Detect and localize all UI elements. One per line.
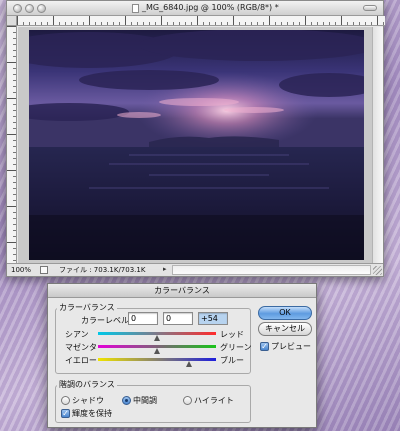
ruler-origin[interactable] (7, 16, 17, 26)
vertical-ruler[interactable] (7, 26, 17, 264)
color-balance-dialog: カラーバランス カラーバランス カラーレベル : シアン レッド マゼンタ グリ… (47, 283, 317, 428)
color-balance-group-label: カラーバランス (57, 302, 117, 313)
ok-button[interactable]: OK (258, 306, 312, 320)
cyan-red-slider[interactable] (98, 332, 216, 341)
horizontal-scrollbar[interactable] (172, 265, 371, 275)
magenta-green-slider[interactable] (98, 345, 216, 354)
shadows-radio[interactable] (61, 396, 70, 405)
close-window-icon[interactable] (13, 4, 22, 13)
yellow-label: イエロー (65, 356, 97, 365)
document-title: _MG_6840.jpg @ 100% (RGB/8*) * (142, 3, 279, 12)
photo-image (29, 30, 364, 260)
shadows-label[interactable]: シャドウ (72, 395, 104, 406)
yellow-blue-level-input[interactable] (198, 312, 228, 325)
zoom-window-icon[interactable] (37, 4, 46, 13)
canvas-area[interactable] (18, 27, 374, 264)
red-label: レッド (220, 330, 244, 339)
zoom-level[interactable]: 100% (11, 265, 37, 275)
yellow-blue-slider[interactable] (98, 358, 216, 367)
status-menu-arrow-icon[interactable]: ▸ (163, 265, 167, 273)
green-label: グリーン (220, 343, 252, 352)
vertical-scrollbar[interactable] (372, 27, 383, 264)
document-window: _MG_6840.jpg @ 100% (RGB/8*) * 100% ファイル… (6, 0, 385, 277)
magenta-green-slider-thumb[interactable] (154, 348, 160, 354)
highlights-radio[interactable] (183, 396, 192, 405)
dialog-title: カラーバランス (48, 284, 316, 298)
preserve-luminosity-label[interactable]: 輝度を保持 (72, 408, 112, 419)
cyan-label: シアン (65, 330, 89, 339)
status-bar: 100% ファイル : 703.1K/703.1K ▸ (7, 263, 383, 276)
toolbar-toggle-icon[interactable] (363, 5, 377, 11)
midtones-radio[interactable] (122, 396, 131, 405)
preview-label[interactable]: プレビュー (271, 341, 311, 352)
magenta-green-level-input[interactable] (163, 312, 193, 325)
cyan-red-level-input[interactable] (128, 312, 158, 325)
tone-balance-group-label: 階調のバランス (57, 379, 117, 390)
cyan-red-slider-thumb[interactable] (154, 335, 160, 341)
highlights-label[interactable]: ハイライト (194, 395, 234, 406)
color-levels-label: カラーレベル : (81, 316, 135, 325)
title-bar[interactable]: _MG_6840.jpg @ 100% (RGB/8*) * (7, 1, 383, 16)
preserve-luminosity-checkbox[interactable]: ✓ (61, 409, 70, 418)
status-icon[interactable] (40, 266, 48, 274)
blue-label: ブルー (220, 356, 244, 365)
document-icon (132, 4, 139, 13)
resize-handle-icon[interactable] (373, 266, 382, 275)
cancel-button[interactable]: キャンセル (258, 322, 312, 336)
horizontal-ruler[interactable] (17, 16, 385, 26)
midtones-label[interactable]: 中間調 (133, 395, 157, 406)
file-size-info: ファイル : 703.1K/703.1K (59, 266, 146, 274)
yellow-blue-slider-thumb[interactable] (185, 361, 192, 367)
sunset-photo[interactable] (29, 30, 364, 260)
preview-checkbox[interactable]: ✓ (260, 342, 269, 351)
minimize-window-icon[interactable] (25, 4, 34, 13)
magenta-label: マゼンタ (65, 343, 97, 352)
